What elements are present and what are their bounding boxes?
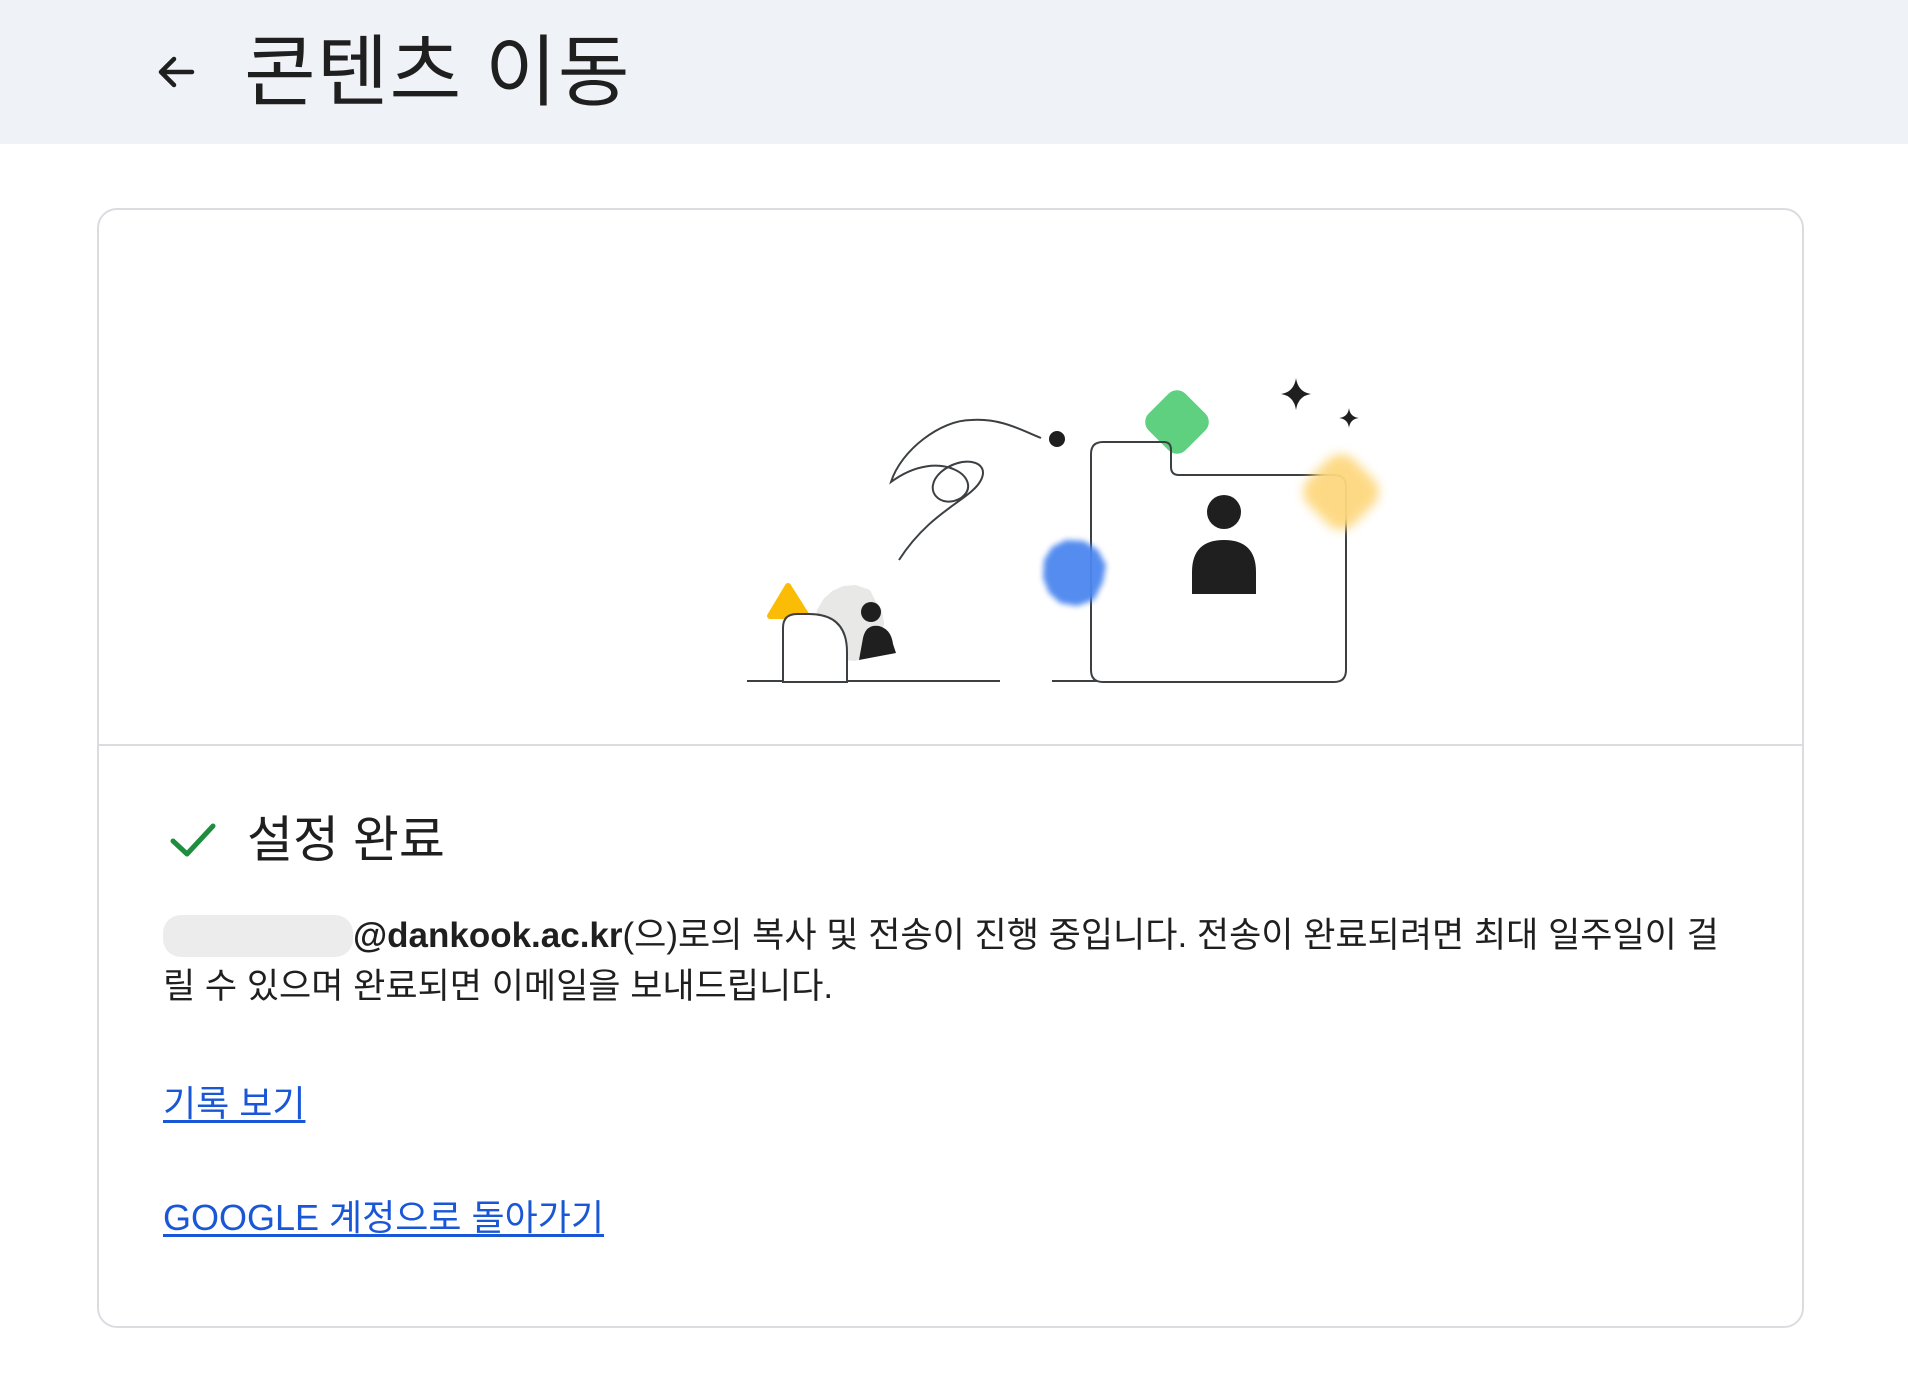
page-title: 콘텐츠 이동 — [244, 28, 631, 116]
email-domain: @dankook.ac.kr — [353, 916, 623, 955]
content-transfer-illustration — [747, 378, 1379, 683]
status-row: 설정 완료 — [163, 800, 445, 880]
result-card: 설정 완료 @dankook.ac.kr(으)로의 복사 및 전송이 진행 중입… — [97, 208, 1804, 1328]
app-header: 콘텐츠 이동 — [0, 0, 1908, 144]
check-icon — [163, 810, 223, 870]
redacted-email-username — [163, 915, 353, 957]
arrow-back-icon — [158, 56, 195, 88]
view-history-link[interactable]: 기록 보기 — [163, 1078, 305, 1130]
status-title: 설정 완료 — [247, 812, 445, 868]
back-button[interactable] — [140, 36, 212, 108]
back-to-google-account-link[interactable]: GOOGLE 계정으로 돌아가기 — [163, 1192, 604, 1244]
illustration-panel — [99, 210, 1802, 746]
status-message: @dankook.ac.kr(으)로의 복사 및 전송이 진행 중입니다. 전송… — [163, 910, 1743, 1012]
